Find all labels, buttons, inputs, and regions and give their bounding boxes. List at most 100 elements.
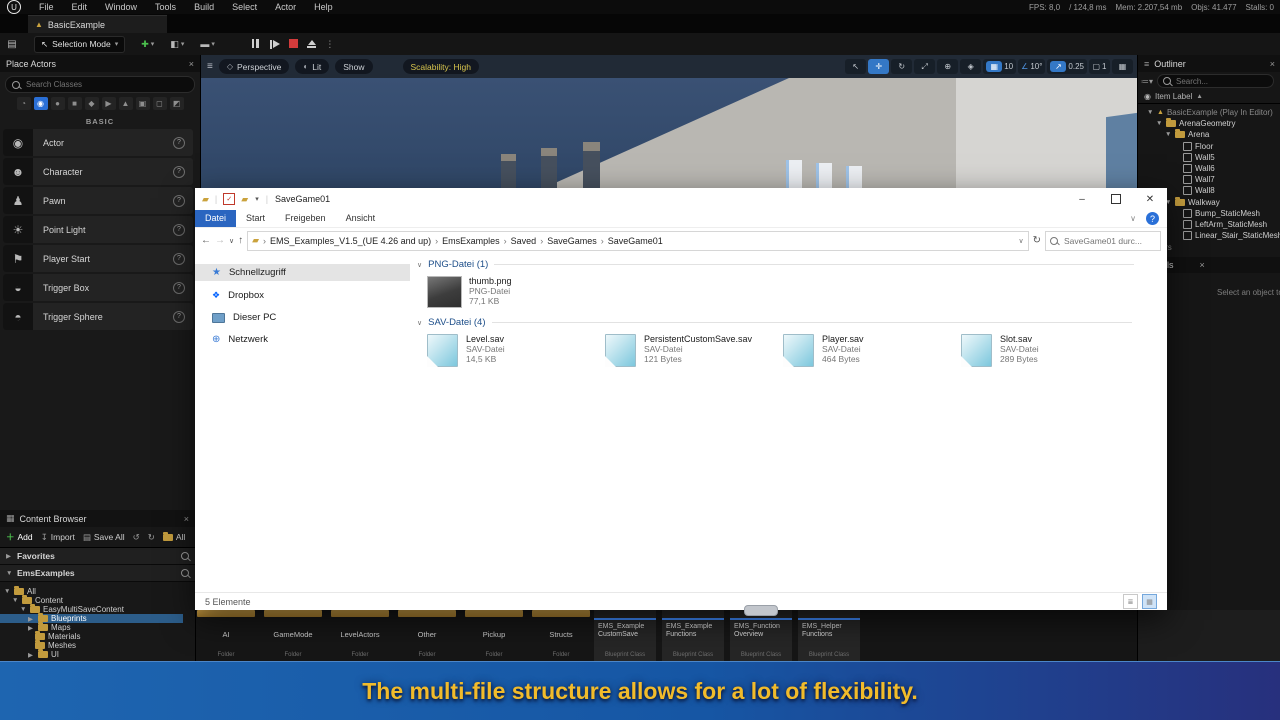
recently-placed-icon[interactable]: ◔	[16, 97, 31, 110]
menu-build[interactable]: Build	[185, 0, 223, 14]
stop-button[interactable]	[289, 38, 299, 50]
file-item[interactable]: PersistentCustomSave.sav SAV-Datei 121 B…	[605, 334, 752, 367]
menu-file[interactable]: File	[30, 0, 63, 14]
outliner-row[interactable]: ▼ ArenaGeometry	[1156, 118, 1235, 129]
select-tool-icon[interactable]: ↖	[845, 59, 867, 74]
place-actor-item[interactable]: ◒ Trigger Box?	[3, 274, 193, 301]
sidebar-item-dropbox[interactable]: ❖ Dropbox	[195, 287, 410, 304]
up-icon[interactable]: ↑	[238, 235, 243, 246]
viewport-options-icon[interactable]: ≡	[207, 61, 213, 72]
scale-tool-icon[interactable]: ⤢	[914, 59, 936, 74]
surface-snap-icon[interactable]: ◈	[960, 59, 982, 74]
folder-thumbnail[interactable]	[331, 610, 389, 617]
content-browser-tab[interactable]: Content Browser	[20, 514, 87, 524]
outliner-row[interactable]: Wall5	[1183, 152, 1215, 163]
outliner-row[interactable]: ▼ ▲ BasicExample (Play In Editor)	[1147, 107, 1273, 118]
geometry-category-icon[interactable]: ▶	[101, 97, 116, 110]
frame-skip-button[interactable]	[269, 39, 281, 49]
search-classes-input[interactable]	[5, 76, 195, 93]
outliner-row[interactable]: LeftArm_StaticMesh	[1183, 219, 1267, 230]
blueprint-asset-tile[interactable]: EMS_Function Overview Blueprint Class	[730, 610, 792, 662]
asset-folder-label[interactable]: GameMode	[262, 630, 324, 639]
folder-tree-item[interactable]: ▼ EasyMultiSaveContent	[20, 604, 124, 614]
tab-freigeben[interactable]: Freigeben	[275, 210, 336, 227]
file-item[interactable]: Player.sav SAV-Datei 464 Bytes	[783, 334, 864, 367]
menu-edit[interactable]: Edit	[63, 0, 97, 14]
sidebar-item-netzwerk[interactable]: ⊕ Netzwerk	[195, 331, 410, 348]
breadcrumb-item[interactable]: EMS_Examples_V1.5_(UE 4.26 and up)	[270, 236, 431, 246]
outliner-tab[interactable]: Outliner	[1154, 59, 1186, 69]
lights-category-icon[interactable]: ●	[50, 97, 65, 110]
folder-tree-item[interactable]: Materials	[35, 631, 80, 641]
import-button[interactable]: ↧ Import	[41, 532, 75, 543]
tab-ansicht[interactable]: Ansicht	[336, 210, 386, 227]
favorites-section[interactable]: ▶ Favorites	[0, 548, 195, 565]
group-header-sav[interactable]: ∨ SAV-Datei (4)	[417, 317, 1132, 328]
place-actor-item[interactable]: ⚑ Player Start?	[3, 245, 193, 272]
camera-speed-control[interactable]: ▢ 1	[1089, 59, 1110, 74]
menu-tools[interactable]: Tools	[146, 0, 185, 14]
refresh-icon[interactable]: ↻	[1033, 235, 1041, 246]
breadcrumb-item[interactable]: EmsExamples	[442, 236, 500, 246]
breadcrumb[interactable]: ▰ › EMS_Examples_V1.5_(UE 4.26 and up) › E…	[247, 230, 1029, 251]
tab-basicexample[interactable]: ▲ BasicExample	[28, 15, 167, 33]
save-all-button[interactable]: ▤ Save All	[83, 532, 125, 543]
save-level-icon[interactable]: ▤	[4, 37, 20, 51]
lit-button[interactable]: ◐ Lit	[295, 59, 330, 74]
asset-folder-label[interactable]: AI	[195, 630, 257, 639]
outliner-row[interactable]: ▼ Walkway	[1165, 197, 1220, 208]
scalability-button[interactable]: Scalability: High	[402, 59, 479, 74]
quickaccess-dropdown-icon[interactable]: ▾	[255, 195, 259, 203]
grid-snap-toggle[interactable]: ▦ 10	[983, 59, 1017, 74]
folder-thumbnail[interactable]	[532, 610, 590, 617]
folder-thumbnail[interactable]	[197, 610, 255, 617]
outliner-row[interactable]: Wall8	[1183, 185, 1215, 196]
basic-category-icon[interactable]: ◉	[33, 97, 48, 110]
list-view-icon[interactable]: ≣	[1123, 594, 1138, 609]
close-icon[interactable]: ×	[184, 514, 189, 524]
outliner-search-input[interactable]	[1157, 74, 1274, 88]
place-actor-item[interactable]: ◓ Trigger Sphere?	[3, 303, 193, 330]
menu-select[interactable]: Select	[223, 0, 266, 14]
address-dropdown-icon[interactable]: ∨	[1018, 237, 1023, 245]
maximize-viewport-icon[interactable]: ▦	[1112, 59, 1133, 74]
quick-access-check-icon[interactable]: ✓	[223, 193, 236, 205]
file-item[interactable]: Slot.sav SAV-Datei 289 Bytes	[961, 334, 1039, 367]
history-back-icon[interactable]: ↺	[133, 532, 140, 543]
folder-thumbnail[interactable]	[465, 610, 523, 617]
outliner-row[interactable]: Wall6	[1183, 163, 1215, 174]
place-actors-tab[interactable]: Place Actors	[6, 59, 56, 69]
tab-datei[interactable]: Datei	[195, 210, 237, 227]
pause-button[interactable]	[251, 38, 260, 50]
thumbnail-view-icon[interactable]: ▦	[1142, 594, 1157, 609]
minimize-button[interactable]: –	[1065, 188, 1099, 210]
tab-start[interactable]: Start	[236, 210, 275, 227]
blueprints-button[interactable]: ◧ ▾	[170, 39, 184, 50]
menu-help[interactable]: Help	[305, 0, 342, 14]
ribbon-collapse-icon[interactable]: ∨	[1130, 214, 1136, 223]
world-space-icon[interactable]: ⊕	[937, 59, 959, 74]
outliner-row[interactable]: Floor	[1183, 141, 1213, 152]
breadcrumb-item[interactable]: SaveGame01	[608, 236, 663, 246]
file-item[interactable]: Level.sav SAV-Datei 14,5 KB	[427, 334, 505, 367]
group-header-png[interactable]: ∨ PNG-Datei (1)	[417, 259, 1135, 270]
allclasses-category-icon[interactable]: ▣	[135, 97, 150, 110]
sidebar-item-dieser-pc[interactable]: Dieser PC	[195, 309, 410, 326]
place-actor-item[interactable]: ☻ Character?	[3, 158, 193, 185]
outliner-row[interactable]: Wall7	[1183, 174, 1215, 185]
folder-thumbnail[interactable]	[264, 610, 322, 617]
cinematics-button[interactable]: ▬ ▾	[200, 39, 215, 49]
maximize-button[interactable]	[1099, 188, 1133, 210]
folder-icon[interactable]: ▰	[241, 194, 248, 205]
volumes-category-icon[interactable]: ▲	[118, 97, 133, 110]
place-actor-item[interactable]: ♟ Pawn?	[3, 187, 193, 214]
asset-folder-label[interactable]: Other	[396, 630, 458, 639]
explorer-window[interactable]: ▰ | ✓ ▰ ▾ | SaveGame01 – ✕ Datei Start F…	[195, 188, 1167, 610]
misc-category-icon[interactable]: ◩	[169, 97, 184, 110]
place-actor-item[interactable]: ◉ Actor?	[3, 129, 193, 156]
visibility-eye-icon[interactable]: ◉	[1144, 92, 1151, 101]
item-label-header[interactable]: Item Label	[1155, 92, 1192, 101]
cinematic-category-icon[interactable]: ■	[67, 97, 82, 110]
move-tool-icon[interactable]: ✛	[868, 59, 890, 74]
asset-folder-label[interactable]: Structs	[530, 630, 592, 639]
